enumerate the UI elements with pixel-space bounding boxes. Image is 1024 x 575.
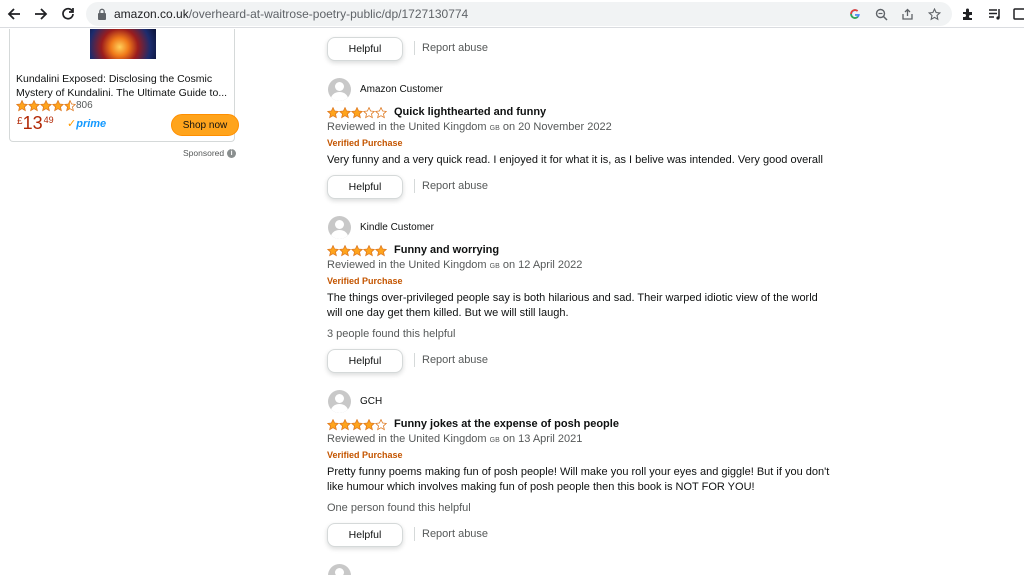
ad-book-cover-image[interactable] <box>90 29 156 59</box>
address-bar[interactable]: amazon.co.uk/overheard-at-waitrose-poetr… <box>86 2 952 26</box>
review-meta: Reviewed in the United Kingdom GB on 20 … <box>327 121 612 133</box>
star-icon <box>40 100 52 112</box>
google-lens-icon[interactable] <box>846 5 864 23</box>
helpful-button[interactable]: Helpful <box>327 523 403 547</box>
review-date: on 20 November 2022 <box>502 121 612 133</box>
ad-rating-count[interactable]: 806 <box>76 100 93 111</box>
star-icon <box>351 245 363 257</box>
star-icon <box>363 107 375 119</box>
star-icon <box>339 245 351 257</box>
country-code: GB <box>489 437 500 444</box>
lock-icon <box>98 8 106 20</box>
reviewer-name[interactable]: Kindle Customer <box>360 222 434 233</box>
star-icon <box>64 100 76 112</box>
star-icon <box>28 100 40 112</box>
helpful-button[interactable]: Helpful <box>327 37 403 61</box>
sponsored-label[interactable]: Sponsored i <box>183 148 237 158</box>
url-path: /overheard-at-waitrose-poetry-public/dp/… <box>188 7 469 21</box>
url-domain: amazon.co.uk <box>114 7 189 21</box>
review-body: Very funny and a very quick read. I enjo… <box>327 154 823 166</box>
review-title[interactable]: Quick lighthearted and funny <box>394 106 546 118</box>
info-icon[interactable]: i <box>227 148 237 158</box>
avatar <box>328 216 351 239</box>
extensions-icon[interactable] <box>958 4 978 24</box>
star-icon <box>351 107 363 119</box>
avatar <box>328 564 351 575</box>
review-star-rating[interactable] <box>327 419 387 431</box>
star-icon <box>351 419 363 431</box>
review-date: on 12 April 2022 <box>502 259 583 271</box>
star-icon <box>339 419 351 431</box>
browser-toolbar: amazon.co.uk/overheard-at-waitrose-poetr… <box>0 0 1024 28</box>
star-icon <box>339 107 351 119</box>
star-icon <box>327 107 339 119</box>
report-abuse-link[interactable]: Report abuse <box>414 353 488 367</box>
review-meta-prefix: Reviewed in the United Kingdom <box>327 259 487 271</box>
reload-icon[interactable] <box>58 4 78 24</box>
star-icon <box>16 100 28 112</box>
review-star-rating[interactable] <box>327 245 387 257</box>
bookmark-star-icon[interactable] <box>925 5 943 23</box>
helpful-count: 3 people found this helpful <box>327 328 456 340</box>
prime-check-icon: ✓ <box>67 118 77 130</box>
review-meta-prefix: Reviewed in the United Kingdom <box>327 433 487 445</box>
share-icon[interactable] <box>898 5 916 23</box>
star-icon <box>327 245 339 257</box>
star-icon <box>363 419 375 431</box>
zoom-icon[interactable] <box>872 5 890 23</box>
ad-star-rating[interactable] <box>16 100 76 112</box>
country-code: GB <box>489 125 500 132</box>
review-meta: Reviewed in the United Kingdom GB on 12 … <box>327 259 582 271</box>
ad-price-whole: 13 <box>22 113 43 133</box>
star-icon <box>375 419 387 431</box>
verified-purchase-badge[interactable]: Verified Purchase <box>327 276 403 286</box>
review-body: Pretty funny poems making fun of posh pe… <box>327 466 830 493</box>
helpful-button[interactable]: Helpful <box>327 349 403 373</box>
verified-purchase-badge[interactable]: Verified Purchase <box>327 138 403 148</box>
review-title[interactable]: Funny jokes at the expense of posh peopl… <box>394 418 619 430</box>
report-abuse-link[interactable]: Report abuse <box>414 527 488 541</box>
star-icon <box>375 107 387 119</box>
country-code: GB <box>489 263 500 270</box>
forward-icon[interactable] <box>31 4 51 24</box>
star-icon <box>52 100 64 112</box>
back-icon[interactable] <box>4 4 24 24</box>
star-icon <box>327 419 339 431</box>
star-icon <box>363 245 375 257</box>
url-text: amazon.co.uk/overheard-at-waitrose-poetr… <box>114 7 468 21</box>
avatar <box>328 390 351 413</box>
side-panel-icon[interactable] <box>1010 4 1024 24</box>
report-abuse-link[interactable]: Report abuse <box>414 179 488 193</box>
reading-list-icon[interactable] <box>985 4 1005 24</box>
report-abuse-link[interactable]: Report abuse <box>414 41 488 55</box>
shop-now-button[interactable]: Shop now <box>171 114 239 136</box>
review-date: on 13 April 2021 <box>502 433 583 445</box>
review-meta-prefix: Reviewed in the United Kingdom <box>327 121 487 133</box>
sponsored-text: Sponsored <box>183 148 225 158</box>
prime-label: prime <box>76 118 107 130</box>
reviewer-name[interactable]: GCH <box>360 396 382 407</box>
verified-purchase-badge[interactable]: Verified Purchase <box>327 450 403 460</box>
sponsored-ad-card[interactable]: Kundalini Exposed: Disclosing the Cosmic… <box>9 29 239 142</box>
prime-badge: ✓prime <box>67 117 106 130</box>
review-star-rating[interactable] <box>327 107 387 119</box>
avatar <box>328 78 351 101</box>
star-icon <box>375 245 387 257</box>
review-body: The things over-privileged people say is… <box>327 292 818 319</box>
ad-product-title[interactable]: Kundalini Exposed: Disclosing the Cosmic… <box>16 72 230 100</box>
review-title[interactable]: Funny and worrying <box>394 244 499 256</box>
helpful-button[interactable]: Helpful <box>327 175 403 199</box>
helpful-count: One person found this helpful <box>327 502 471 514</box>
ad-price-fraction: 49 <box>43 115 54 125</box>
review-meta: Reviewed in the United Kingdom GB on 13 … <box>327 433 582 445</box>
reviewer-name[interactable]: Amazon Customer <box>360 84 443 95</box>
ad-price: £ 13 49 <box>17 113 54 133</box>
